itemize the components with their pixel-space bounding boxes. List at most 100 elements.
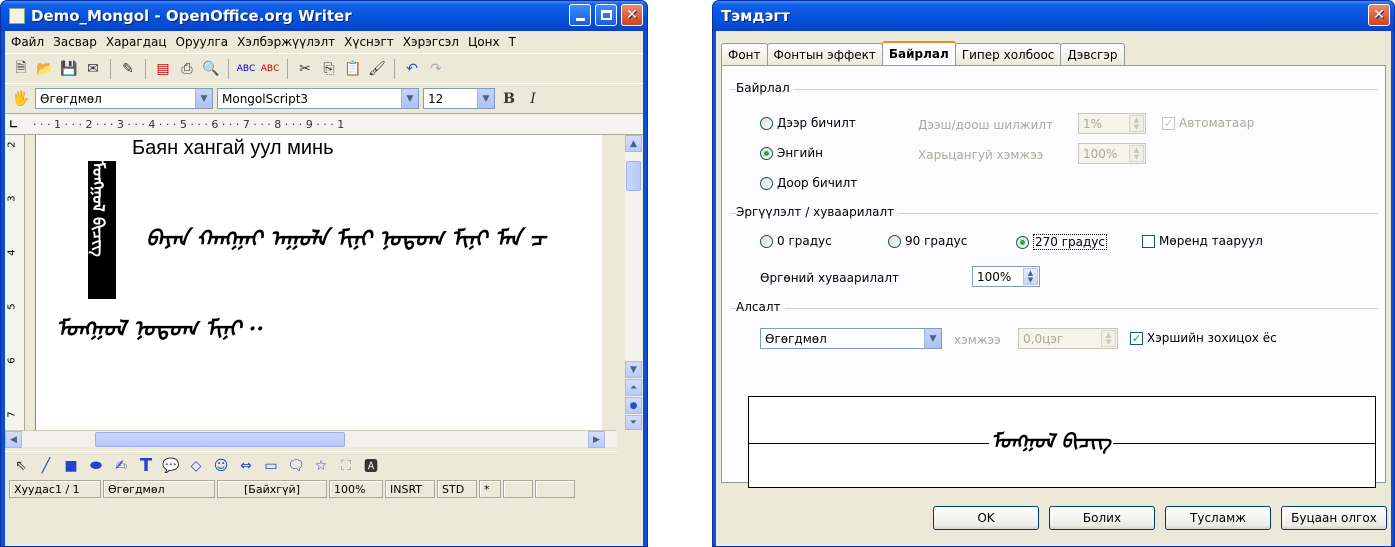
dialog-titlebar[interactable]: Тэмдэгт ✕ bbox=[713, 1, 1394, 31]
tab-hyperlink[interactable]: Гипер холбоос bbox=[954, 43, 1062, 65]
status-insert-mode[interactable]: INSRT bbox=[385, 480, 435, 498]
menu-file[interactable]: Файл bbox=[9, 35, 51, 49]
menu-tools[interactable]: Хэрэгсэл bbox=[401, 35, 466, 49]
rotate-270-radio[interactable]: 270 градус bbox=[1016, 234, 1107, 250]
tab-stop-icon[interactable]: ∟ bbox=[9, 118, 18, 131]
edit-mode-icon[interactable]: ✎ bbox=[118, 59, 138, 79]
tab-position[interactable]: Байрлал bbox=[881, 41, 956, 65]
previous-page-button[interactable]: ⏶ bbox=[625, 379, 642, 396]
new-document-icon[interactable]: 🗎 bbox=[11, 59, 31, 79]
status-language[interactable]: [Байхгүй] bbox=[217, 480, 327, 498]
horizontal-scroll-thumb[interactable] bbox=[95, 432, 345, 447]
menu-format[interactable]: Хэлбэржүүлэлт bbox=[235, 35, 342, 49]
print-preview-icon[interactable]: 🔍 bbox=[201, 59, 221, 79]
character-dialog: Тэмдэгт ✕ Фонт Фонтын эффект Байрлал Гип… bbox=[712, 0, 1395, 547]
export-pdf-icon[interactable]: ▤ bbox=[153, 59, 173, 79]
spin-arrows-icon[interactable]: ▲ ▼ bbox=[1023, 268, 1038, 285]
bold-button[interactable]: B bbox=[499, 89, 519, 109]
format-paintbrush-icon[interactable]: 🖌 bbox=[367, 59, 387, 79]
callout-tool-icon[interactable]: 💬 bbox=[161, 456, 181, 476]
chevron-down-icon[interactable]: ▼ bbox=[477, 89, 494, 108]
flowchart-icon[interactable]: ▭ bbox=[261, 456, 281, 476]
vertical-ruler[interactable]: 2 3 4 5 6 7 bbox=[5, 135, 25, 430]
menu-view[interactable]: Харагдац bbox=[104, 35, 174, 49]
ok-button[interactable]: OK bbox=[933, 506, 1039, 530]
status-zoom[interactable]: 100% bbox=[329, 480, 383, 498]
vertical-scrollbar[interactable]: ▲ ▼ ⏶ ● ⏷ bbox=[625, 135, 642, 430]
document-page[interactable]: Баян хангай уул минь ᠮᠣᠩᠭᠣᠯ ᠪᠢᠴᠢᠭ ᠪᠠᠶᠠᠨ … bbox=[35, 135, 602, 430]
relative-size-value: 100% bbox=[1083, 146, 1118, 161]
menu-help[interactable]: Т bbox=[507, 35, 523, 49]
font-size-select[interactable]: 12 ▼ bbox=[423, 88, 495, 109]
text-box-icon[interactable]: 🅰 bbox=[361, 456, 381, 476]
menu-insert[interactable]: Оруулга bbox=[174, 35, 236, 49]
freeform-tool-icon[interactable]: ✍ bbox=[111, 456, 131, 476]
fontwork-icon[interactable]: ⛶ bbox=[336, 456, 356, 476]
mail-icon[interactable]: ✉ bbox=[83, 59, 103, 79]
open-folder-icon[interactable]: 📂 bbox=[35, 59, 55, 79]
tab-background[interactable]: Дэвсгэр bbox=[1060, 43, 1125, 65]
fit-to-line-checkbox[interactable]: Мөренд тааруул bbox=[1142, 234, 1263, 248]
dialog-close-button[interactable]: ✕ bbox=[1368, 4, 1390, 26]
close-button[interactable]: ✕ bbox=[621, 4, 643, 26]
pair-kerning-checkbox[interactable]: ✓ Хэршийн зохицох ёс bbox=[1130, 331, 1277, 345]
minimize-button[interactable] bbox=[569, 4, 591, 26]
basic-shapes-icon[interactable]: ◇ bbox=[186, 456, 206, 476]
rectangle-tool-icon[interactable]: ■ bbox=[61, 456, 81, 476]
normal-radio[interactable]: Энгийн bbox=[760, 146, 823, 160]
tab-font[interactable]: Фонт bbox=[721, 43, 768, 65]
stars-icon[interactable]: ☆ bbox=[311, 456, 331, 476]
navigator-button[interactable]: ● bbox=[625, 397, 642, 414]
menu-window[interactable]: Цонх bbox=[466, 35, 507, 49]
autospell-icon[interactable]: ABC bbox=[260, 59, 280, 79]
scroll-left-button[interactable]: ◀ bbox=[5, 431, 22, 448]
symbol-shapes-icon[interactable]: ☺ bbox=[211, 456, 231, 476]
paste-icon[interactable]: 📋 bbox=[343, 59, 363, 79]
ellipse-tool-icon[interactable]: ⬬ bbox=[86, 456, 106, 476]
rotate-90-radio[interactable]: 90 градус bbox=[888, 234, 967, 248]
vertical-scroll-thumb[interactable] bbox=[626, 161, 641, 191]
select-arrow-icon[interactable]: ⇖ bbox=[11, 456, 31, 476]
rotate-0-radio[interactable]: 0 градус bbox=[760, 234, 832, 248]
redo-icon[interactable]: ↷ bbox=[426, 59, 446, 79]
paragraph-style-select[interactable]: Өгөгдмөл ▼ bbox=[35, 88, 213, 109]
save-icon[interactable]: 💾 bbox=[59, 59, 79, 79]
cut-icon[interactable]: ✂ bbox=[295, 59, 315, 79]
chevron-down-icon[interactable]: ▼ bbox=[924, 329, 941, 348]
scroll-right-button[interactable]: ▶ bbox=[588, 431, 605, 448]
status-page[interactable]: Хуудас1 / 1 bbox=[9, 480, 101, 498]
chevron-down-icon[interactable]: ▼ bbox=[195, 89, 212, 108]
text-tool-icon[interactable]: T bbox=[136, 455, 156, 476]
chevron-down-icon[interactable]: ▼ bbox=[401, 89, 418, 108]
next-page-button[interactable]: ⏷ bbox=[625, 415, 642, 430]
line-tool-icon[interactable]: ╱ bbox=[36, 456, 56, 476]
menu-table[interactable]: Хүснэгт bbox=[342, 35, 401, 49]
rotate-90-label: 90 градус bbox=[905, 234, 968, 248]
horizontal-scrollbar[interactable]: ◀ ▶ bbox=[5, 430, 617, 448]
maximize-button[interactable] bbox=[595, 4, 617, 26]
spellcheck-icon[interactable]: ABC bbox=[236, 59, 256, 79]
italic-button[interactable]: I bbox=[523, 89, 543, 109]
reset-button[interactable]: Буцаан олгох bbox=[1281, 506, 1387, 530]
cancel-button[interactable]: Болих bbox=[1049, 506, 1155, 530]
writer-titlebar[interactable]: Demo_Mongol - OpenOffice.org Writer ✕ bbox=[1, 1, 647, 31]
status-style[interactable]: Өгөгдмөл bbox=[103, 480, 215, 498]
tab-font-effects[interactable]: Фонтын эффект bbox=[766, 43, 883, 65]
undo-icon[interactable]: ↶ bbox=[402, 59, 422, 79]
status-selection-mode[interactable]: STD bbox=[437, 480, 477, 498]
superscript-radio[interactable]: Дээр бичилт bbox=[760, 116, 856, 130]
styles-icon[interactable]: 🖐 bbox=[11, 89, 31, 109]
scroll-up-button[interactable]: ▲ bbox=[625, 135, 642, 152]
font-name-select[interactable]: MongolScript3 ▼ bbox=[217, 88, 419, 109]
spacing-mode-select[interactable]: Өгөгдмөл ▼ bbox=[760, 328, 942, 349]
menu-edit[interactable]: Засвар bbox=[51, 35, 104, 49]
subscript-radio[interactable]: Доор бичилт bbox=[760, 176, 857, 190]
block-arrows-icon[interactable]: ⇔ bbox=[236, 456, 256, 476]
callouts-icon[interactable]: 🗨 bbox=[286, 456, 306, 476]
scroll-down-button[interactable]: ▼ bbox=[625, 361, 642, 378]
scale-width-spin[interactable]: 100% ▲ ▼ bbox=[972, 266, 1040, 287]
horizontal-ruler[interactable]: ∟ · · · 1 · · · 2 · · · 3 · · · 4 · · · … bbox=[5, 113, 643, 135]
copy-icon[interactable]: ⎘ bbox=[319, 59, 339, 79]
print-icon[interactable]: ⎙ bbox=[177, 59, 197, 79]
help-button[interactable]: Тусламж bbox=[1165, 506, 1271, 530]
